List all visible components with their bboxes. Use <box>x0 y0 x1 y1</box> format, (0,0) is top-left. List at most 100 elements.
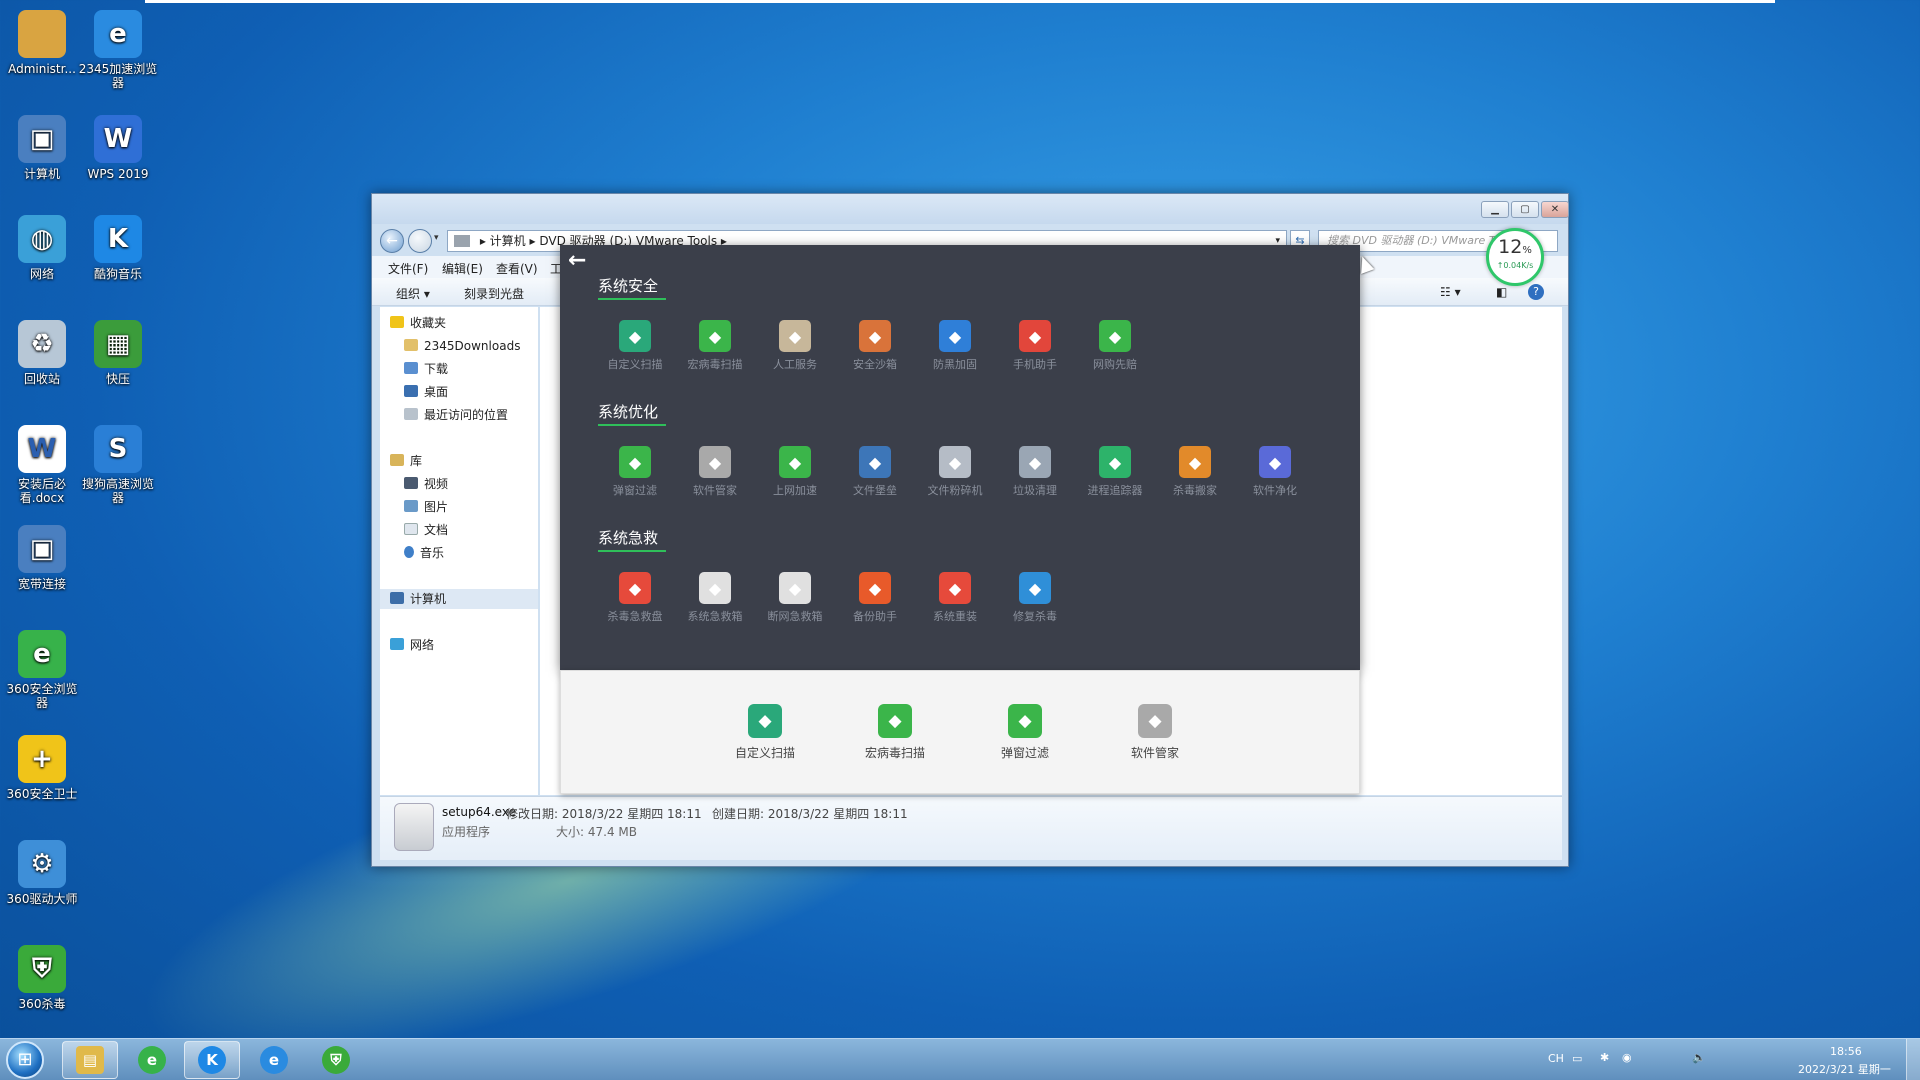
help-icon[interactable]: ? <box>1528 284 1544 300</box>
desktop-icon-4[interactable]: ◍ 网络 <box>2 215 82 281</box>
recent-pages-dropdown[interactable]: ▾ <box>434 233 439 243</box>
tool-file-fortress[interactable]: ◆ 文件堡垒 <box>835 446 915 498</box>
tool-software-purify[interactable]: ◆ 软件净化 <box>1235 446 1315 498</box>
network-globe-icon: ◍ <box>18 215 66 263</box>
clock-time[interactable]: 18:56 <box>1830 1045 1862 1058</box>
back-arrow-icon[interactable]: ← <box>568 248 586 273</box>
pinned-tool-popup-filter[interactable]: ◆ 弹窗过滤 <box>975 704 1075 761</box>
tool-file-shredder[interactable]: ◆ 文件粉碎机 <box>915 446 995 498</box>
desktop-icon-3[interactable]: W WPS 2019 <box>78 115 158 181</box>
clock-date[interactable]: 2022/3/21 星期一 <box>1798 1061 1891 1077</box>
close-button[interactable]: ✕ <box>1541 201 1569 218</box>
tool-av-move[interactable]: ◆ 杀毒搬家 <box>1155 446 1235 498</box>
menu-view[interactable]: 查看(V) <box>496 260 538 277</box>
desktop-icon-13[interactable]: ⚙ 360驱动大师 <box>2 840 82 906</box>
burn-to-disc-button[interactable]: 刻录到光盘 <box>464 285 524 302</box>
desktop-icon-12[interactable]: +360安全卫士 <box>2 735 82 801</box>
nav-item-videos[interactable]: 视频 <box>404 474 448 494</box>
desktop-icon-8[interactable]: W 安装后必看.docx <box>2 425 82 505</box>
pinned-tool-software-manager[interactable]: ◆ 软件管家 <box>1105 704 1205 761</box>
broadband-icon: ▣ <box>18 525 66 573</box>
custom-scan-icon: ◆ <box>619 320 651 352</box>
nav-network[interactable]: 网络 <box>390 635 434 655</box>
nav-favorites[interactable]: 收藏夹 <box>390 313 446 333</box>
desktop-icon-2[interactable]: ▣ 计算机 <box>2 115 82 181</box>
language-indicator[interactable]: CH <box>1548 1052 1564 1065</box>
tool-label: 防黑加固 <box>933 358 977 371</box>
network-speed-widget[interactable]: 12% ↑0.04K/s <box>1486 228 1544 286</box>
pinned-tool-custom-scan[interactable]: ◆ 自定义扫描 <box>715 704 815 761</box>
nav-library[interactable]: 库 <box>390 451 422 471</box>
desktop-icon-label: 宽带连接 <box>17 577 66 591</box>
menu-edit[interactable]: 编辑(E) <box>442 260 483 277</box>
desktop-icon-5[interactable]: K 酷狗音乐 <box>78 215 158 281</box>
tool-custom-scan[interactable]: ◆ 自定义扫描 <box>595 320 675 372</box>
360-browser-icon: e <box>138 1046 166 1074</box>
tool-anti-hack[interactable]: ◆ 防黑加固 <box>915 320 995 372</box>
tool-macro-scan[interactable]: ◆ 宏病毒扫描 <box>675 320 755 372</box>
tool-repair-av[interactable]: ◆ 修复杀毒 <box>995 572 1075 624</box>
section-title: 系统优化 <box>598 403 659 421</box>
tool-sandbox[interactable]: ◆ 安全沙箱 <box>835 320 915 372</box>
desktop-icon-6[interactable]: ♻ 回收站 <box>2 320 82 386</box>
desktop-icon-9[interactable]: S 搜狗高速浏览器 <box>78 425 158 505</box>
nav-item-desktop[interactable]: 桌面 <box>404 382 448 402</box>
desktop-icon-label: 计算机 <box>23 167 60 181</box>
tool-rescue-disk[interactable]: ◆ 杀毒急救盘 <box>595 572 675 624</box>
kugou-icon: K <box>94 215 142 263</box>
view-options-icon[interactable]: ☷ ▾ <box>1440 285 1461 299</box>
nav-item-downloads[interactable]: 下载 <box>404 359 448 379</box>
desktop-icon-7[interactable]: ▦ 快压 <box>78 320 158 386</box>
tool-system-rescue-box[interactable]: ◆ 系统急救箱 <box>675 572 755 624</box>
window-titlebar[interactable] <box>372 194 1568 224</box>
bluetooth-icon[interactable]: ✱ <box>1600 1051 1609 1064</box>
tool-shopping-shield[interactable]: ◆ 网购先赔 <box>1075 320 1155 372</box>
menu-file[interactable]: 文件(F) <box>388 260 428 277</box>
tool-net-accelerate[interactable]: ◆ 上网加速 <box>755 446 835 498</box>
tool-software-manager[interactable]: ◆ 软件管家 <box>675 446 755 498</box>
junk-clean-icon: ◆ <box>1019 446 1051 478</box>
tool-label: 安全沙箱 <box>853 358 897 371</box>
tool-junk-clean[interactable]: ◆ 垃圾清理 <box>995 446 1075 498</box>
tool-phone-assistant[interactable]: ◆ 手机助手 <box>995 320 1075 372</box>
desktop-icon-label: 搜狗高速浏览器 <box>81 477 154 505</box>
desktop-icon-11[interactable]: e 360安全浏览器 <box>2 630 82 710</box>
back-button[interactable]: ← <box>380 229 404 253</box>
nav-item-music[interactable]: 音乐 <box>404 543 444 563</box>
tool-backup-assistant[interactable]: ◆ 备份助手 <box>835 572 915 624</box>
nav-computer[interactable]: 计算机 <box>380 589 538 609</box>
taskbar-360browser[interactable]: e <box>124 1041 180 1079</box>
taskbar-kugou[interactable]: K <box>184 1041 240 1079</box>
tool-popup-filter[interactable]: ◆ 弹窗过滤 <box>595 446 675 498</box>
tool-network-rescue-box[interactable]: ◆ 断网急救箱 <box>755 572 835 624</box>
minimize-button[interactable]: ▁ <box>1481 201 1509 218</box>
taskbar-ie[interactable]: e <box>246 1041 302 1079</box>
nav-item-2345downloads[interactable]: 2345Downloads <box>404 336 520 356</box>
keyboard-icon[interactable]: ▭ <box>1572 1052 1582 1065</box>
custom-scan-icon: ◆ <box>748 704 782 738</box>
tray-360-icon[interactable]: ◉ <box>1622 1051 1632 1064</box>
tool-system-reinstall[interactable]: ◆ 系统重装 <box>915 572 995 624</box>
maximize-button[interactable]: ▢ <box>1511 201 1539 218</box>
show-desktop-button[interactable] <box>1906 1039 1920 1080</box>
desktop-icon-14[interactable]: ⛨ 360杀毒 <box>2 945 82 1011</box>
nav-item-documents[interactable]: 文档 <box>404 520 448 540</box>
desktop-icon-1[interactable]: e 2345加速浏览器 <box>78 10 158 90</box>
tool-label: 杀毒搬家 <box>1173 484 1217 497</box>
tool-process-tracker[interactable]: ◆ 进程追踪器 <box>1075 446 1155 498</box>
start-button[interactable]: ⊞ <box>6 1041 44 1079</box>
popup-filter-icon: ◆ <box>619 446 651 478</box>
organize-button[interactable]: 组织 ▾ <box>396 285 430 302</box>
pinned-tool-macro-scan[interactable]: ◆ 宏病毒扫描 <box>845 704 945 761</box>
desktop-icon-0[interactable]: Administr... <box>2 10 82 76</box>
forward-button[interactable] <box>408 229 432 253</box>
taskbar-explorer[interactable]: ▤ <box>62 1041 118 1079</box>
volume-icon[interactable]: 🔈 <box>1692 1051 1706 1064</box>
desktop-icon-10[interactable]: ▣ 宽带连接 <box>2 525 82 591</box>
nav-item-pictures[interactable]: 图片 <box>404 497 448 517</box>
tool-manual-service[interactable]: ◆ 人工服务 <box>755 320 835 372</box>
preview-pane-icon[interactable]: ◧ <box>1496 285 1507 299</box>
nav-item-recent[interactable]: 最近访问的位置 <box>404 405 508 425</box>
breadcrumb-computer[interactable]: 计算机 <box>490 234 526 248</box>
taskbar-360guard[interactable]: ⛨ <box>308 1041 364 1079</box>
